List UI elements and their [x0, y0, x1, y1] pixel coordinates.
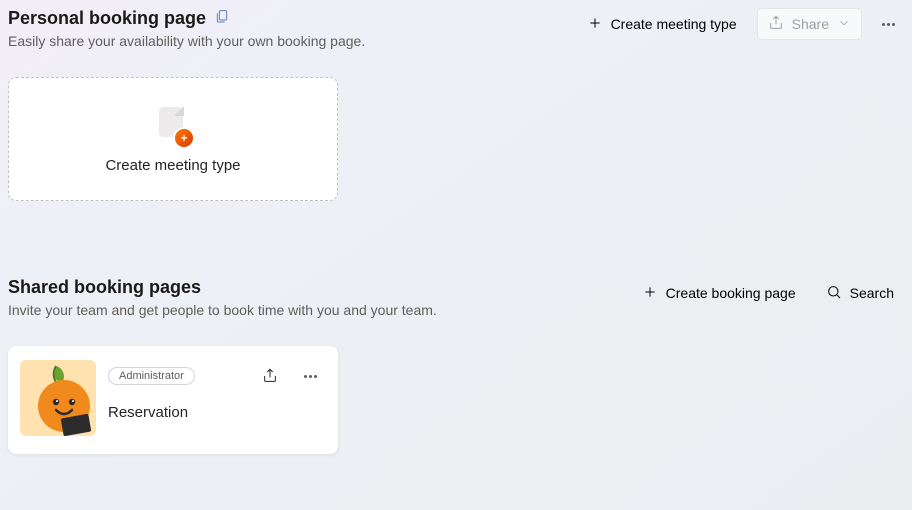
- create-meeting-type-card[interactable]: + Create meeting type: [8, 77, 338, 201]
- more-icon: [304, 375, 317, 378]
- role-badge: Administrator: [108, 367, 195, 385]
- booking-name: Reservation: [108, 404, 326, 421]
- chevron-down-icon: [837, 16, 851, 33]
- share-label: Share: [792, 16, 829, 32]
- shared-titles: Shared booking pages Invite your team an…: [8, 277, 437, 318]
- new-document-icon: +: [151, 105, 195, 149]
- personal-titles: Personal booking page Easily share your …: [8, 8, 365, 49]
- personal-more-button[interactable]: [872, 8, 904, 40]
- booking-top-row: Administrator: [108, 360, 326, 392]
- create-meeting-type-label: Create meeting type: [611, 16, 737, 32]
- shared-title-text: Shared booking pages: [8, 277, 201, 298]
- create-booking-page-button[interactable]: Create booking page: [632, 277, 806, 309]
- create-booking-page-label: Create booking page: [666, 285, 796, 301]
- personal-subtitle: Easily share your availability with your…: [8, 33, 365, 49]
- shared-title: Shared booking pages: [8, 277, 437, 298]
- shared-actions: Create booking page Search: [632, 277, 904, 309]
- search-icon: [826, 284, 842, 303]
- copy-link-icon[interactable]: [214, 8, 230, 29]
- more-icon: [882, 23, 895, 26]
- card-share-button[interactable]: [254, 360, 286, 392]
- shared-subtitle: Invite your team and get people to book …: [8, 302, 437, 318]
- search-label: Search: [850, 285, 894, 301]
- shared-section-header: Shared booking pages Invite your team an…: [8, 277, 904, 318]
- booking-body: Administrator Reservation: [108, 360, 326, 440]
- booking-avatar: [20, 360, 96, 436]
- personal-section-header: Personal booking page Easily share your …: [8, 8, 904, 49]
- create-meeting-type-button[interactable]: Create meeting type: [577, 8, 747, 40]
- share-button[interactable]: Share: [757, 8, 862, 40]
- search-button[interactable]: Search: [816, 277, 904, 309]
- share-icon: [768, 15, 784, 34]
- personal-actions: Create meeting type Share: [577, 8, 904, 40]
- card-more-button[interactable]: [294, 360, 326, 392]
- create-card-label: Create meeting type: [105, 157, 240, 174]
- plus-icon: [587, 15, 603, 34]
- booking-page-card[interactable]: Administrator Reservation: [8, 346, 338, 454]
- personal-title: Personal booking page: [8, 8, 365, 29]
- plus-icon: [642, 284, 658, 303]
- personal-title-text: Personal booking page: [8, 8, 206, 29]
